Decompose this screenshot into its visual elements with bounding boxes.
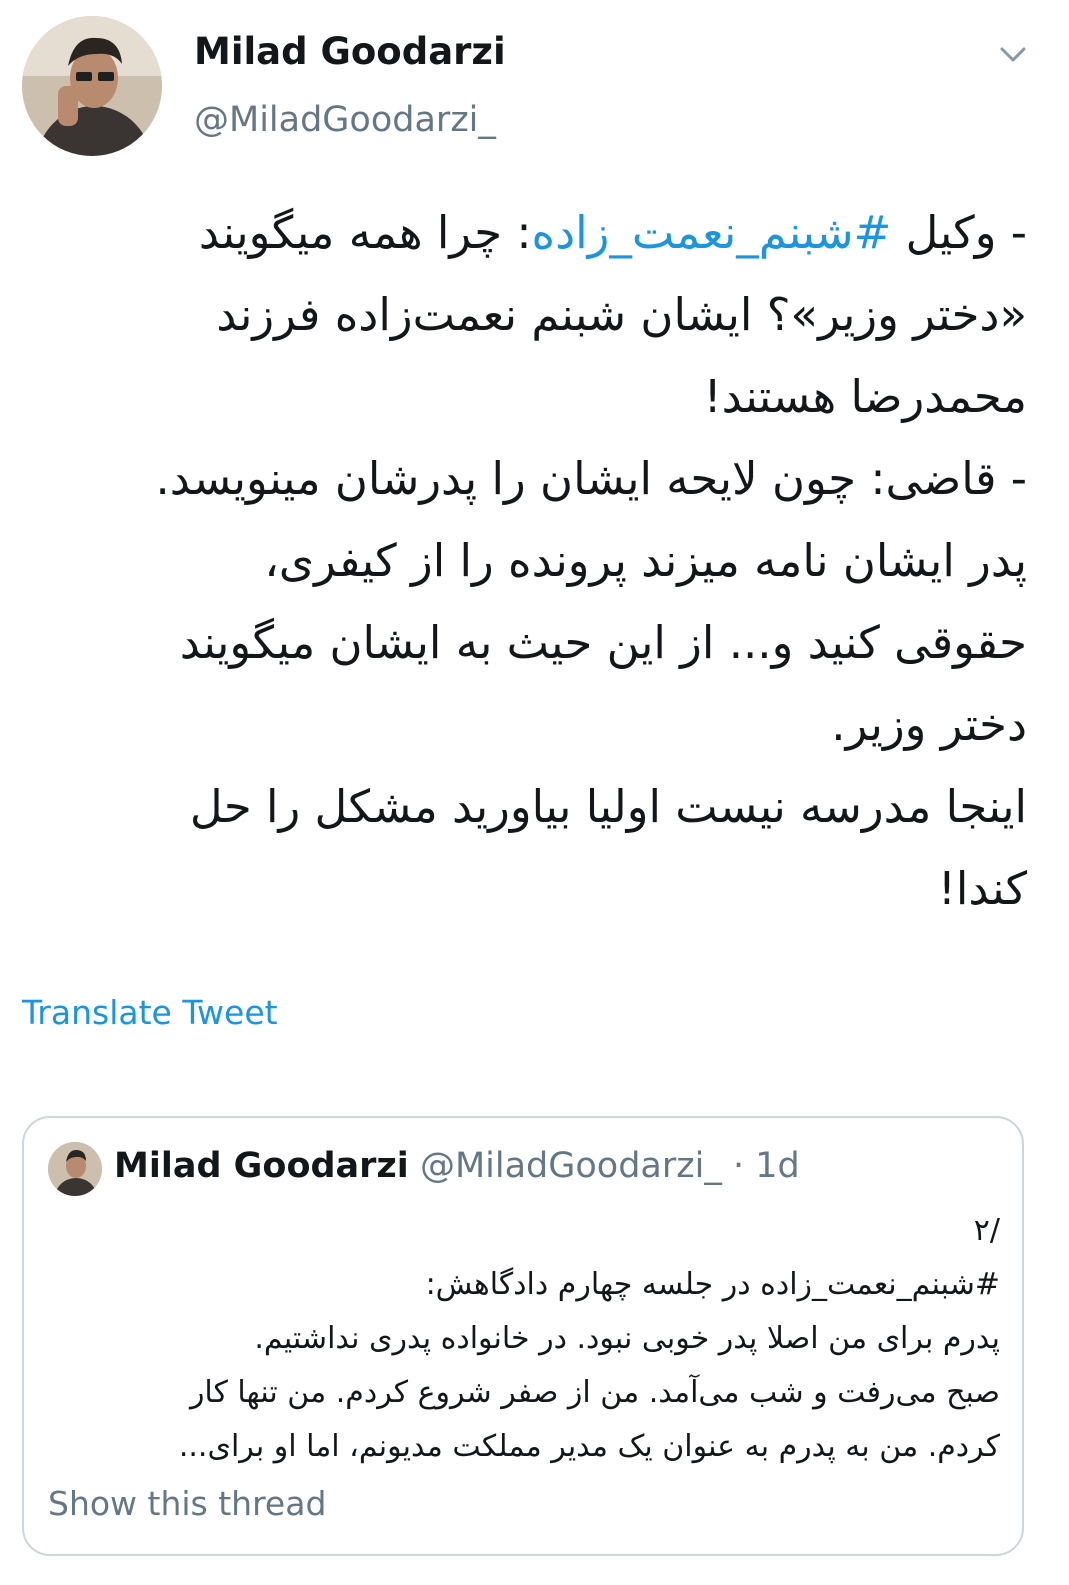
tweet-line: محمدرضا هستند! [703, 370, 1027, 423]
tweet-text: - وکیل #شبنم_نعمت_زاده: چرا همه میگویند … [30, 192, 1027, 930]
quoted-tweet-card[interactable]: Milad Goodarzi @MiladGoodarzi_ · 1d /۲ #ش… [22, 1116, 1024, 1556]
quoted-tweet-text: /۲ #شبنم_نعمت_زاده در جلسه چهارم دادگاهش:… [48, 1204, 1000, 1474]
quoted-display-name: Milad Goodarzi [114, 1146, 409, 1186]
tweet-line: پدر ایشان نامه میزند پرونده را از کیفری، [264, 534, 1027, 587]
tweet-line: دختر وزیر. [831, 698, 1027, 751]
quoted-author-avatar [48, 1142, 102, 1196]
quoted-tweet-header: Milad Goodarzi @MiladGoodarzi_ · 1d [114, 1144, 800, 1188]
translate-tweet-link[interactable]: Translate Tweet [22, 993, 278, 1032]
quoted-line: /۲ [973, 1213, 1000, 1248]
hashtag-link[interactable]: #شبنم_نعمت_زاده [532, 206, 892, 259]
chevron-down-icon[interactable] [994, 36, 1032, 74]
author-avatar[interactable] [22, 16, 162, 156]
tweet-line: اینجا مدرسه نیست اولیا بیاورید مشکل را ح… [189, 780, 1027, 833]
tweet-line: : چرا همه میگویند [198, 206, 532, 259]
tweet-line: کندا! [937, 862, 1027, 915]
quoted-line: کردم. من به پدرم به عنوان یک مدیر مملکت … [178, 1429, 1000, 1464]
show-thread-link[interactable]: Show this thread [48, 1484, 326, 1523]
quoted-handle-time: @MiladGoodarzi_ · 1d [419, 1146, 800, 1186]
author-display-name[interactable]: Milad Goodarzi [194, 30, 506, 73]
avatar-image [22, 16, 162, 156]
tweet-line: - وکیل [891, 206, 1027, 259]
author-handle[interactable]: @MiladGoodarzi_ [194, 100, 496, 140]
quoted-line: صبح می‌رفت و شب می‌آمد. من از صفر شروع ک… [189, 1375, 1000, 1410]
tweet-line: - قاضی: چون لایحه ایشان را پدرشان مینویس… [155, 452, 1027, 505]
quoted-line: #شبنم_نعمت_زاده در جلسه چهارم دادگاهش: [425, 1267, 1000, 1302]
tweet-line: «دختر وزیر»؟ ایشان شبنم نعمت‌زاده فرزند [216, 288, 1027, 341]
quoted-avatar-image [48, 1142, 102, 1196]
tweet: Milad Goodarzi @MiladGoodarzi_ - وکیل #ش… [0, 0, 1069, 1585]
quoted-line: پدرم برای من اصلا پدر خوبی نبود. در خانو… [254, 1321, 1000, 1356]
tweet-line: حقوقی کنید و... از این حیث به ایشان میگو… [179, 616, 1027, 669]
